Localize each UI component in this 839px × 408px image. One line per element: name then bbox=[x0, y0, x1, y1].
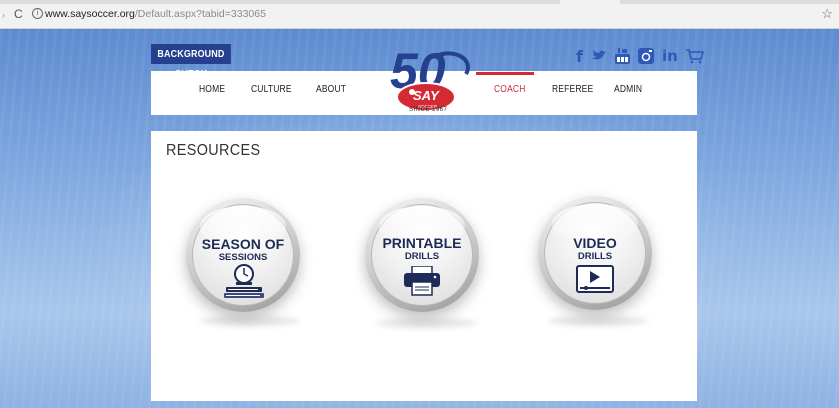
resource-title: SEASON OF bbox=[201, 236, 285, 252]
tab-strip bbox=[0, 0, 839, 4]
printer-icon bbox=[404, 266, 440, 296]
social-links: f in bbox=[576, 45, 704, 67]
nav-item-referee[interactable]: REFEREE bbox=[552, 84, 593, 95]
cart-icon[interactable] bbox=[685, 48, 704, 64]
resource-shadow bbox=[200, 316, 300, 326]
browser-tab[interactable] bbox=[560, 0, 620, 4]
printable-drills-button[interactable]: PRINTABLE DRILLS bbox=[365, 198, 479, 312]
resource-subtitle: DRILLS bbox=[577, 251, 613, 262]
page-title: RESOURCES bbox=[166, 142, 261, 159]
clock-books-icon bbox=[224, 264, 264, 298]
youtube-icon[interactable] bbox=[614, 48, 630, 64]
nav-item-home[interactable]: HOME bbox=[199, 84, 225, 95]
season-of-sessions-button[interactable]: SEASON OF SESSIONS bbox=[186, 198, 300, 312]
url-host: www.saysoccer.org bbox=[45, 8, 135, 20]
nav-item-coach[interactable]: COACH bbox=[494, 84, 526, 95]
browser-toolbar: › C i www.saysoccer.org/Default.aspx?tab… bbox=[0, 0, 839, 29]
info-icon[interactable]: i bbox=[32, 8, 43, 19]
resource-title: VIDEO bbox=[573, 235, 617, 251]
linkedin-icon[interactable]: in bbox=[662, 47, 678, 65]
resource-subtitle: DRILLS bbox=[404, 251, 440, 262]
resource-title: PRINTABLE bbox=[382, 235, 462, 251]
video-player-icon bbox=[576, 265, 614, 293]
facebook-icon[interactable]: f bbox=[576, 47, 583, 66]
background-check-button[interactable]: BACKGROUND CHECK bbox=[151, 44, 231, 80]
resource-shadow bbox=[376, 318, 476, 328]
logo-say-text: SAY bbox=[413, 88, 440, 103]
bookmark-star-icon[interactable]: ☆ bbox=[821, 6, 833, 22]
forward-icon[interactable]: › bbox=[2, 10, 5, 20]
url-path: /Default.aspx?tabid=333065 bbox=[134, 8, 266, 20]
resource-shadow bbox=[548, 316, 648, 326]
nav-item-culture[interactable]: CULTURE bbox=[251, 84, 292, 95]
say-soccer-50-logo[interactable]: 50 SAY SOCCER bbox=[378, 42, 476, 128]
address-bar[interactable]: www.saysoccer.org/Default.aspx?tabid=333… bbox=[45, 8, 266, 20]
active-nav-indicator bbox=[476, 72, 534, 75]
twitter-icon[interactable] bbox=[591, 49, 607, 63]
nav-item-about[interactable]: ABOUT bbox=[316, 84, 346, 95]
nav-item-admin[interactable]: ADMIN bbox=[614, 84, 642, 95]
reload-icon[interactable]: C bbox=[14, 7, 23, 21]
since-label: SINCE 1967 bbox=[409, 107, 448, 113]
video-drills-button[interactable]: VIDEO DRILLS bbox=[538, 196, 652, 310]
instagram-icon[interactable] bbox=[637, 48, 654, 64]
